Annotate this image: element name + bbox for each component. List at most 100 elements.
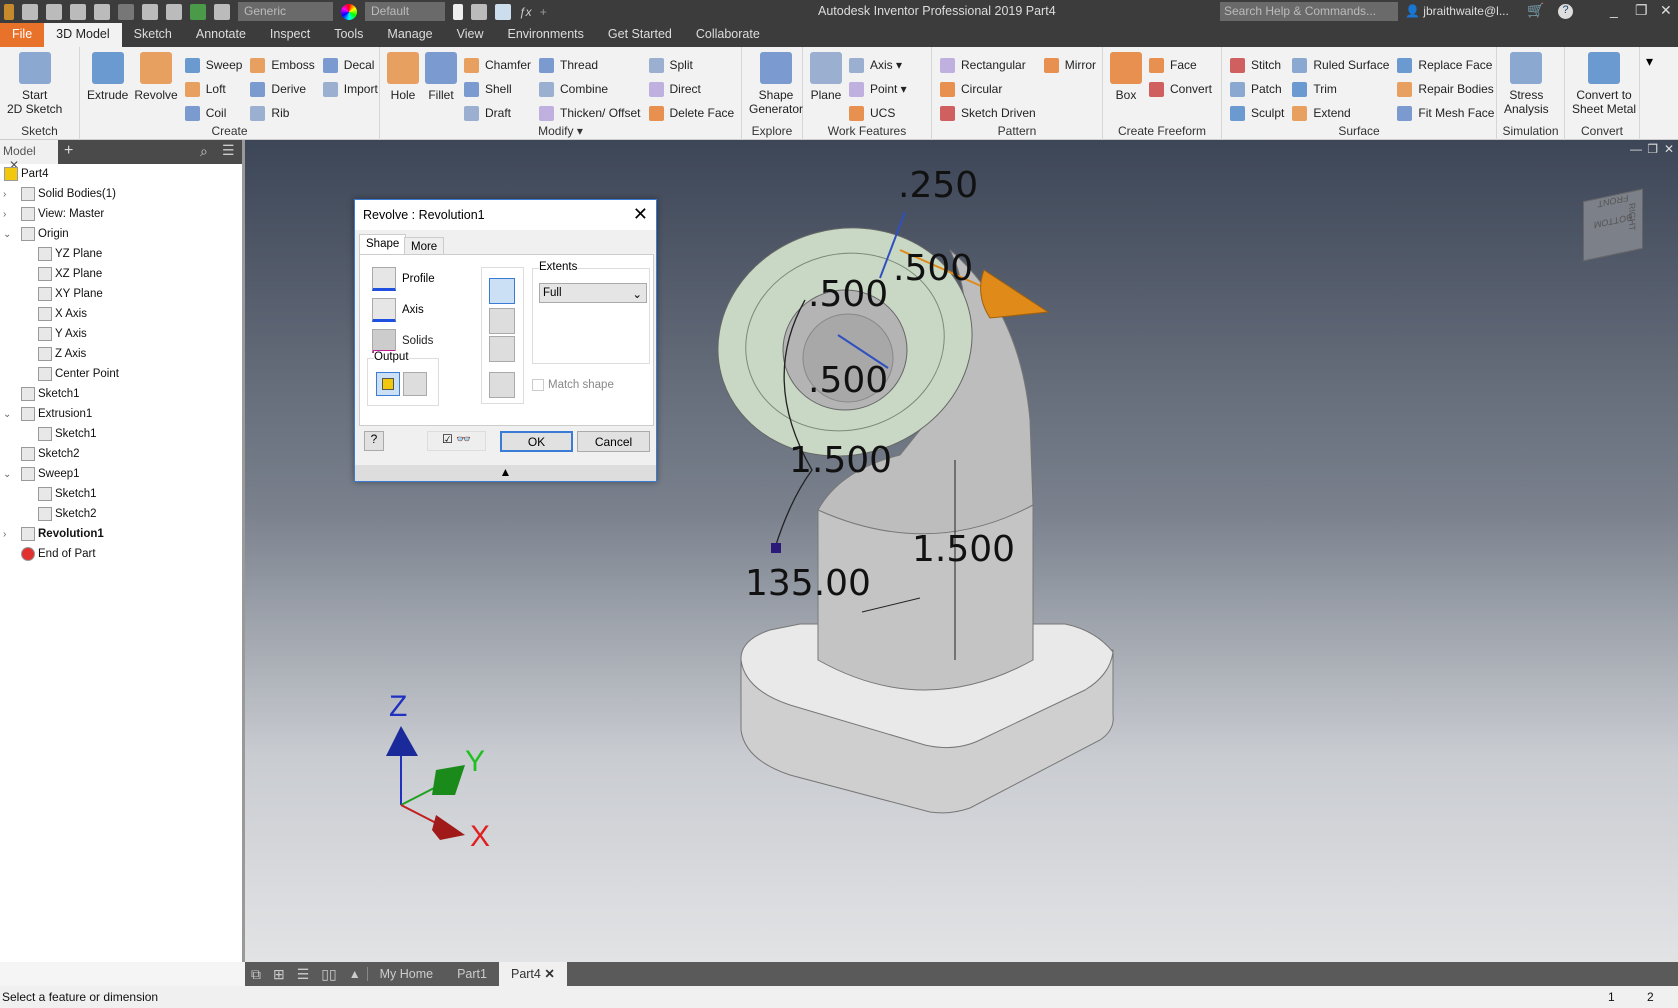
tree-item-extrusion1[interactable]: ⌄ Extrusion1 [3,404,92,424]
tab-sketch[interactable]: Sketch [122,23,184,47]
surface-output-button[interactable] [403,372,427,396]
collapse-icon[interactable]: ⌄ [3,409,11,420]
replace-face-button[interactable]: Replace Face [1397,53,1494,77]
chamfer-button[interactable]: Chamfer [464,53,531,77]
function-icon[interactable]: ƒx [519,5,532,19]
search-icon[interactable]: ⌕ [200,143,208,160]
tree-item-y-axis[interactable]: Y Axis [38,324,87,344]
decal-button[interactable]: Decal [322,53,378,77]
tab-annotate[interactable]: Annotate [184,23,258,47]
face-button[interactable]: Face [1149,53,1212,77]
vertical-icon[interactable]: ▯▯ [315,966,342,983]
viewcube[interactable]: FRONT BOTTOM RIGHT [1583,188,1643,262]
cart-icon[interactable]: 🛒 [1527,2,1544,19]
ucs-button[interactable]: UCS [849,101,907,125]
tile-icon[interactable]: ⊞ [267,966,291,983]
tree-item-x-axis[interactable]: X Axis [38,304,87,324]
rectangular-button[interactable]: Rectangular [940,53,1036,77]
match-shape-checkbox[interactable]: Match shape [532,379,614,391]
axis-selector[interactable]: Axis [372,298,424,322]
save-icon[interactable] [70,3,86,20]
new-icon[interactable] [22,3,38,20]
stitch-button[interactable]: Stitch [1230,53,1284,77]
tree-item-part4[interactable]: Part4 [4,164,49,184]
tree-item-center-point[interactable]: Center Point [38,364,119,384]
dialog-close-button[interactable]: ✕ [633,204,648,225]
dimension-label[interactable]: 1.500 [789,440,892,481]
tree-item-xy-plane[interactable]: XY Plane [38,284,103,304]
ruled-surface-button[interactable]: Ruled Surface [1292,53,1389,77]
derive-button[interactable]: Derive [250,77,314,101]
view-minimize-button[interactable]: — [1630,142,1642,156]
tree-item-sketch1[interactable]: Sketch1 [21,384,80,404]
up-arrow-icon[interactable]: ▲ [343,967,368,981]
close-icon[interactable]: ✕ [544,967,554,981]
tree-item-sketch2[interactable]: Sketch2 [21,444,80,464]
import-button[interactable]: Import [322,77,378,101]
tab-tools[interactable]: Tools [322,23,375,47]
join-button[interactable] [489,278,515,304]
new-solid-button[interactable] [489,372,515,398]
tab-manage[interactable]: Manage [375,23,444,47]
extend-button[interactable]: Extend [1292,101,1389,125]
point-button[interactable]: Point ▾ [849,77,907,101]
update-icon[interactable] [166,3,182,20]
preview-toggle[interactable]: ☑ 👓 [427,431,486,451]
circular-button[interactable]: Circular [940,77,1036,101]
delete-face-button[interactable]: Delete Face [648,101,734,125]
tree-item-view-master[interactable]: › View: Master [3,204,104,224]
tree-item-origin[interactable]: ⌄ Origin [3,224,69,244]
dimension-label[interactable]: 1.500 [912,529,1015,570]
help-icon[interactable]: ? [1558,4,1573,19]
appearance-select[interactable]: Default [365,2,445,21]
intersect-button[interactable] [489,336,515,362]
search-help-input[interactable]: Search Help & Commands... [1220,2,1398,21]
dimension-label[interactable]: 135.00 [745,563,871,604]
doc-tab-my-home[interactable]: My Home [368,962,445,986]
thread-button[interactable]: Thread [539,53,640,77]
home-icon[interactable] [142,3,158,20]
cascade-icon[interactable]: ⧉ [245,966,267,983]
profile-selector[interactable]: Profile [372,267,435,291]
tab-model[interactable]: Model ✕ [0,140,58,172]
sweep-button[interactable]: Sweep [184,53,242,77]
sketch-driven-button[interactable]: Sketch Driven [940,101,1036,125]
viewcube-right[interactable]: RIGHT [1627,202,1637,232]
coil-button[interactable]: Coil [184,101,243,125]
tab-environments[interactable]: Environments [495,23,595,47]
tab-inspect[interactable]: Inspect [258,23,322,47]
close-button[interactable]: ✕ [1660,2,1672,19]
split-button[interactable]: Split [648,53,735,77]
tree-item-revolution1[interactable]: › Revolution1 [3,524,104,544]
color-wheel-icon[interactable] [341,3,357,20]
select-icon[interactable] [190,3,206,20]
user-account[interactable]: 👤 jbraithwaite@l... [1405,4,1509,18]
minimize-button[interactable]: _ [1610,2,1618,18]
dimension-label[interactable]: .500 [893,248,973,289]
tab-shape[interactable]: Shape [359,234,407,254]
tab-collaborate[interactable]: Collaborate [684,23,772,47]
cut-button[interactable] [489,308,515,334]
material-select[interactable]: Generic [238,2,333,21]
view-restore-button[interactable]: ❐ [1647,142,1658,156]
tree-item-end-of-part[interactable]: End of Part [21,544,96,564]
rib-button[interactable]: Rib [250,101,314,125]
shell-button[interactable]: Shell [464,77,531,101]
collapse-icon[interactable]: ⌄ [3,469,11,480]
tree-item-sketch1[interactable]: Sketch1 [38,484,97,504]
expand-icon[interactable]: › [3,529,6,540]
dimension-label[interactable]: .500 [808,274,888,315]
tab-file[interactable]: File [0,23,45,47]
plus-icon[interactable]: + [540,5,547,19]
direct-button[interactable]: Direct [648,77,735,101]
solids-selector[interactable]: Solids [372,329,433,353]
help-button[interactable]: ? [364,431,384,451]
repair-bodies-button[interactable]: Repair Bodies [1397,77,1494,101]
tree-item-solid-bodies-1[interactable]: › Solid Bodies(1) [3,184,116,204]
expand-icon[interactable]: › [3,189,6,200]
thicken-offset-button[interactable]: Thicken/ Offset [539,101,641,125]
extents-select[interactable]: Full ⌄ [539,283,647,303]
undo-icon[interactable] [94,3,110,20]
tab-get-started[interactable]: Get Started [596,23,684,47]
tab-3d-model[interactable]: 3D Model [44,23,122,47]
